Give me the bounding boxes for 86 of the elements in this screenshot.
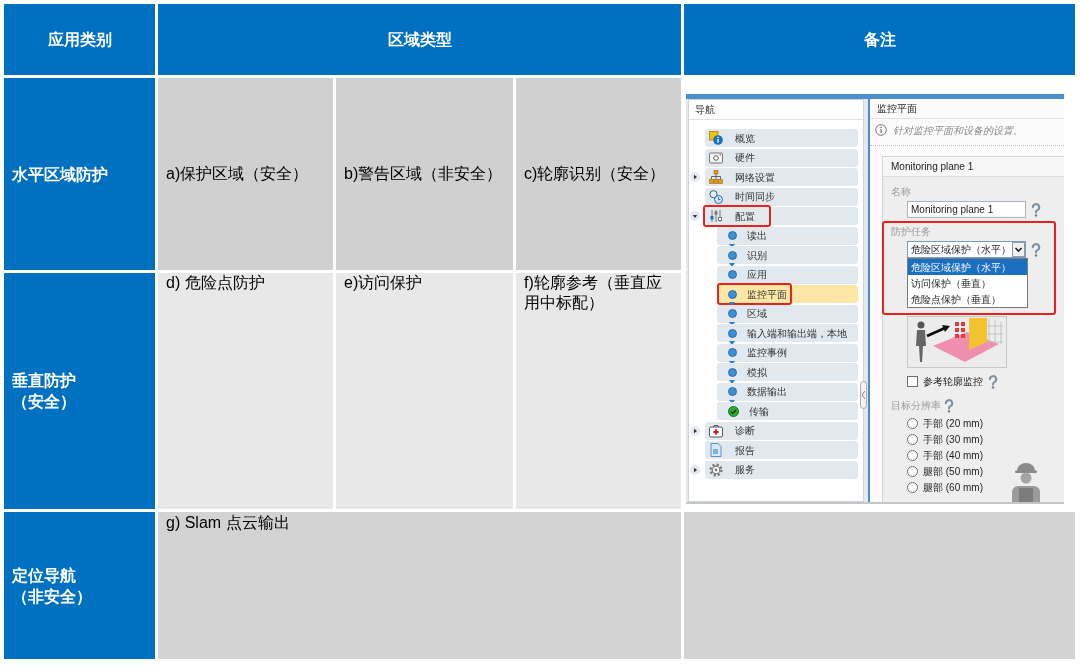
step-dot-icon [728, 387, 737, 396]
nav-item[interactable]: 应用 [717, 265, 858, 284]
first-aid-kit-icon [709, 423, 723, 438]
nav-item[interactable]: 时间同步 [705, 187, 858, 206]
step-dot-icon [728, 309, 737, 318]
nav-item[interactable]: 服务 [705, 460, 858, 479]
radio-button[interactable] [907, 434, 918, 445]
table-cell: b)警告区域（非安全） [336, 78, 513, 270]
row-header-text: 水平区域防护 [12, 164, 108, 185]
step-dot-icon [728, 231, 737, 240]
nav-item[interactable]: 监控事例 [717, 343, 858, 362]
document-icon [709, 443, 723, 457]
row-header-text: 定位导航 [12, 565, 76, 586]
step-dot-icon [728, 270, 737, 279]
column-header: 区域类型 [158, 4, 681, 75]
column-header: 备注 [684, 4, 1075, 75]
table-cell: c)轮廓识别（安全） [516, 78, 681, 270]
collapse-handle-icon[interactable] [860, 381, 867, 409]
nav-item[interactable]: 数据输出 [717, 382, 858, 401]
help-icon[interactable] [1031, 202, 1041, 217]
step-dot-icon [728, 250, 737, 260]
gear-icon [709, 462, 723, 477]
nav-item[interactable]: 诊断 [705, 421, 858, 440]
dropdown-option[interactable]: 危险区域保护（水平） [908, 259, 1027, 275]
dropdown[interactable]: 危险区域保护（水平） [907, 241, 1026, 258]
step-dot-icon [728, 328, 737, 338]
nav-item[interactable]: 报告 [705, 441, 858, 459]
info-text: 针对监控平面和设备的设置。 [893, 123, 1023, 138]
radio-label[interactable]: 手部 (20 mm) [923, 416, 983, 431]
nav-item[interactable]: 监控平面 [717, 285, 858, 303]
nav-item[interactable]: 网络设置 [705, 168, 858, 186]
nav-item[interactable]: 区域 [717, 304, 858, 323]
network-tree-icon [709, 170, 723, 184]
radio-button[interactable] [907, 482, 918, 493]
step-dot-icon [728, 289, 737, 299]
group-title: Monitoring plane 1 [883, 157, 1064, 177]
nav-item[interactable]: 概览 [705, 129, 858, 147]
field-label: 名称 [891, 186, 912, 198]
nav-item[interactable]: 读出 [717, 226, 858, 245]
panel-title: 监控平面 [870, 99, 1064, 119]
help-icon[interactable] [1031, 242, 1041, 257]
table-cell: a)保护区域（安全） [158, 78, 333, 270]
row-header-text: （非安全） [12, 586, 92, 607]
row-header-text: （安全） [12, 392, 76, 412]
radio-button[interactable] [907, 466, 918, 477]
down-arrow-icon [729, 341, 735, 345]
step-dot-icon [728, 348, 737, 357]
help-icon[interactable] [988, 374, 998, 389]
help-icon[interactable] [944, 398, 954, 413]
down-arrow-icon [729, 263, 735, 267]
check-circle-icon [728, 405, 739, 417]
nav-item[interactable]: 识别 [717, 246, 858, 264]
row-header-text: 垂直防护 [12, 371, 76, 391]
radio-label[interactable]: 腿部 (60 mm) [923, 480, 983, 495]
sliders-icon [709, 209, 723, 223]
table-cell: d) 危险点防护 [158, 273, 333, 509]
nav-item[interactable]: 硬件 [705, 148, 858, 167]
dropdown-option[interactable]: 危险点保护（垂直） [908, 291, 1027, 307]
name-field[interactable]: Monitoring plane 1 [907, 201, 1026, 218]
field-label: 防护任务 [891, 226, 932, 238]
field-label: 目标分辨率 [891, 399, 941, 413]
down-arrow-icon [729, 380, 735, 384]
device-icon [709, 150, 723, 165]
checkbox-label[interactable]: 参考轮廓监控 [923, 374, 983, 389]
radio-label[interactable]: 手部 (30 mm) [923, 432, 983, 447]
nav-item[interactable]: 传输 [717, 402, 858, 420]
column-header: 应用类别 [4, 4, 155, 75]
panel-title: 导航 [689, 100, 863, 120]
nav-item[interactable]: 配置 [705, 207, 858, 225]
info-badge-icon [709, 131, 723, 145]
table-cell: g) Slam 点云输出 [158, 512, 681, 659]
radio-label[interactable]: 手部 (40 mm) [923, 448, 983, 463]
dropdown-option[interactable]: 访问保护（垂直） [908, 275, 1027, 291]
nav-item[interactable]: 输入端和输出端，本地 [717, 324, 858, 342]
table-cell: f)轮廓参考（垂直应用中标配） [516, 273, 681, 509]
nav-item[interactable]: 模拟 [717, 363, 858, 381]
info-icon [875, 124, 887, 136]
chevron-down-icon [1012, 242, 1025, 257]
radio-label[interactable]: 腿部 (50 mm) [923, 464, 983, 479]
down-arrow-icon [729, 302, 735, 306]
radio-button[interactable] [907, 418, 918, 429]
radio-button[interactable] [907, 450, 918, 461]
step-dot-icon [728, 367, 737, 377]
table-cell: e)访问保护 [336, 273, 513, 509]
clock-icon [709, 189, 723, 204]
checkbox[interactable] [907, 376, 918, 387]
